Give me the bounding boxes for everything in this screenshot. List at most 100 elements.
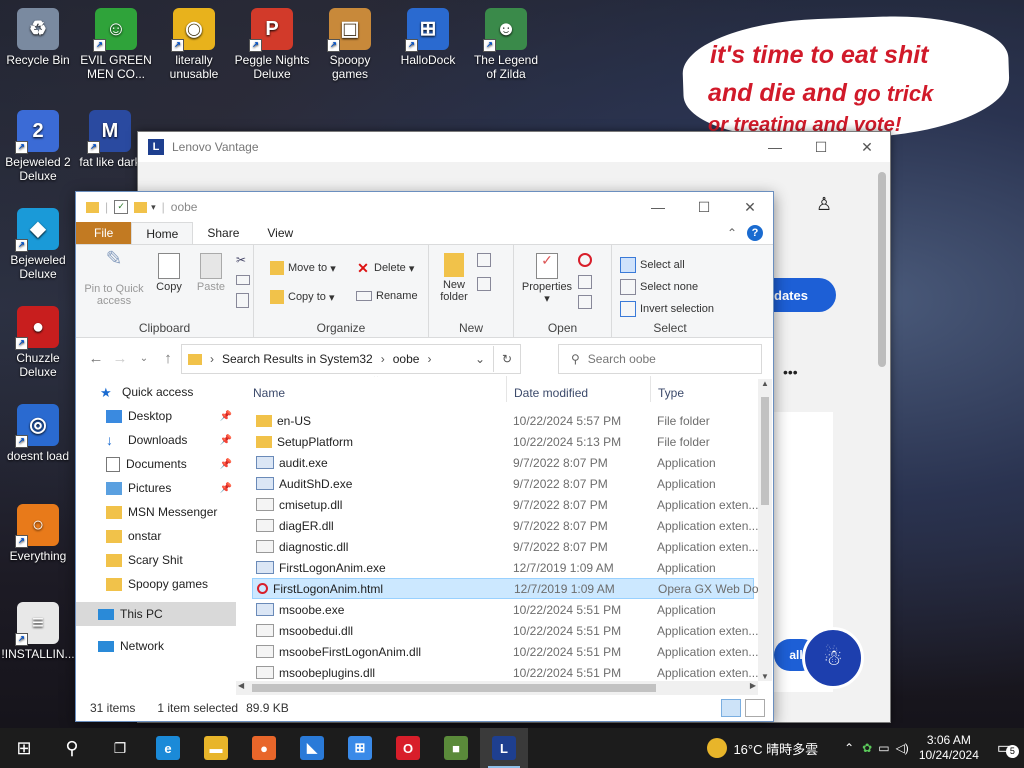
desktop-icon[interactable]: ▣ ↗ Spoopy games <box>312 8 388 81</box>
scroll-up-icon[interactable]: ▲ <box>758 379 772 388</box>
taskbar-firefox-button[interactable]: ● <box>240 728 288 768</box>
file-row[interactable]: msoobe.exe 10/22/2024 5:51 PM Application <box>252 599 754 620</box>
nav-item[interactable]: ↓ Downloads 📌 <box>76 428 236 452</box>
refresh-icon[interactable]: ↻ <box>493 346 520 372</box>
show-hidden-icons-icon[interactable]: ⌃ <box>844 741 854 755</box>
new-folder-button[interactable]: New folder <box>435 253 473 303</box>
network-tray-icon[interactable]: ▭ <box>878 741 889 755</box>
delete-button[interactable]: ✕ Delete ▾ <box>356 261 414 275</box>
history-icon[interactable] <box>578 295 592 309</box>
taskbar-opera-button[interactable]: O <box>384 728 432 768</box>
scroll-left-icon[interactable]: ◀ <box>238 681 244 690</box>
desktop-icon[interactable]: ◆ ↗ Bejeweled Deluxe <box>0 208 76 281</box>
file-row[interactable]: audit.exe 9/7/2022 8:07 PM Application <box>252 452 754 473</box>
file-row[interactable]: en-US 10/22/2024 5:57 PM File folder <box>252 410 754 431</box>
column-type[interactable]: Type <box>658 386 684 404</box>
weather-icon[interactable] <box>707 738 728 758</box>
file-explorer-window[interactable]: | ✓ ▾ | oobe — ☐ ✕ File Home Share View … <box>75 191 774 722</box>
select-all-button[interactable]: Select all <box>620 257 685 273</box>
breadcrumb-chevron-icon[interactable]: › <box>210 352 214 366</box>
column-date-modified[interactable]: Date modified <box>514 386 588 404</box>
file-row[interactable]: FirstLogonAnim.html 12/7/2019 1:09 AM Oper… <box>252 578 758 599</box>
easy-access-icon[interactable] <box>477 277 491 291</box>
tab-share[interactable]: Share <box>193 222 253 244</box>
tray-app-icon[interactable]: ✿ <box>862 741 872 755</box>
invert-selection-button[interactable]: Invert selection <box>620 301 714 317</box>
copy-button[interactable]: Copy <box>154 253 184 293</box>
account-icon[interactable]: ♙ <box>816 194 832 215</box>
minimize-button[interactable]: — <box>752 132 798 162</box>
file-row[interactable]: msoobeFirstLogonAnim.dll 10/22/2024 5:51 … <box>252 641 758 662</box>
breadcrumb-oobe[interactable]: oobe <box>393 352 420 366</box>
paste-button[interactable]: Paste <box>194 253 228 293</box>
taskbar-app-blue-button[interactable]: ◣ <box>288 728 336 768</box>
explorer-titlebar[interactable]: | ✓ ▾ | oobe — ☐ ✕ <box>76 192 773 222</box>
desktop-icon[interactable]: ○ ↗ Everything <box>0 504 76 563</box>
nav-item[interactable]: MSN Messenger <box>76 500 236 524</box>
desktop-icon[interactable]: P ↗ Peggle Nights Deluxe <box>234 8 310 81</box>
nav-item[interactable]: Pictures 📌 <box>76 476 236 500</box>
nav-item[interactable]: Spoopy games <box>76 572 236 596</box>
new-folder-quick-icon[interactable] <box>134 201 148 213</box>
customize-qat-icon[interactable]: ▾ <box>151 202 156 213</box>
breadcrumb-search-results[interactable]: Search Results in System32 <box>222 352 373 366</box>
rename-button[interactable]: Rename <box>356 290 418 302</box>
vertical-scrollbar[interactable]: ▲ ▼ <box>758 379 772 681</box>
start-button[interactable]: ⊞ <box>0 728 48 768</box>
lenovo-scrollbar[interactable] <box>878 172 886 367</box>
address-bar[interactable]: › Search Results in System32 › oobe › ⌄ … <box>181 344 521 374</box>
taskbar-edge-button[interactable]: e <box>144 728 192 768</box>
desktop-icon[interactable]: ♻ Recycle Bin <box>0 8 76 67</box>
open-with-icon[interactable] <box>578 253 592 267</box>
details-view-icon[interactable] <box>721 699 741 717</box>
pin-icon[interactable]: 📌 <box>220 483 232 494</box>
nav-item[interactable]: Scary Shit <box>76 548 236 572</box>
tab-view[interactable]: View <box>253 222 307 244</box>
nav-network[interactable]: Network <box>76 634 236 658</box>
nav-quick-access[interactable]: ★ Quick access <box>76 380 236 404</box>
horizontal-scrollbar[interactable]: ◀ ▶ <box>236 681 758 695</box>
copy-to-button[interactable]: Copy to ▾ <box>270 290 335 304</box>
scroll-right-icon[interactable]: ▶ <box>750 681 756 690</box>
lenovo-titlebar[interactable]: L Lenovo Vantage — ☐ ✕ <box>138 132 890 162</box>
volume-icon[interactable]: ◁) <box>896 741 909 755</box>
file-row[interactable]: msoobeplugins.dll 10/22/2024 5:51 PM Appli… <box>252 662 758 683</box>
task-view-button[interactable]: ❐ <box>96 728 144 768</box>
tab-file[interactable]: File <box>76 222 132 244</box>
explorer-minimize-button[interactable]: — <box>635 192 681 222</box>
desktop-icon[interactable]: ◎ ↗ doesnt load <box>0 404 76 463</box>
collapse-ribbon-icon[interactable]: ⌃ <box>727 222 747 244</box>
tab-home[interactable]: Home <box>131 222 194 244</box>
breadcrumb-chevron-icon[interactable]: › <box>427 352 431 366</box>
maximize-button[interactable]: ☐ <box>798 132 844 162</box>
pin-icon[interactable]: 📌 <box>220 435 232 446</box>
nav-item[interactable]: onstar <box>76 524 236 548</box>
taskbar-lenovo-button[interactable]: L <box>480 728 528 768</box>
forward-button[interactable]: → <box>108 350 132 367</box>
edit-icon[interactable] <box>578 275 592 289</box>
desktop-icon[interactable]: ☺ ↗ EVIL GREEN MEN CO... <box>78 8 154 81</box>
taskbar-file-explorer-button[interactable]: ▬ <box>192 728 240 768</box>
explorer-maximize-button[interactable]: ☐ <box>681 192 727 222</box>
clock[interactable]: 3:06 AM 10/24/2024 <box>919 733 979 763</box>
file-row[interactable]: diagnostic.dll 9/7/2022 8:07 PM Applicatio… <box>252 536 758 557</box>
taskbar-minecraft-button[interactable]: ■ <box>432 728 480 768</box>
breadcrumb-chevron-icon[interactable]: › <box>381 352 385 366</box>
recent-locations-icon[interactable]: ⌄ <box>132 353 156 364</box>
file-row[interactable]: msoobedui.dll 10/22/2024 5:51 PM Applicati… <box>252 620 758 641</box>
file-row[interactable]: diagER.dll 9/7/2022 8:07 PM Application ex… <box>252 515 758 536</box>
search-button[interactable]: ⚲ <box>48 728 96 768</box>
cut-icon[interactable]: ✂ <box>236 253 246 267</box>
scroll-thumb[interactable] <box>761 397 769 505</box>
move-to-button[interactable]: Move to ▾ <box>270 261 336 275</box>
properties-button[interactable]: ✓ Properties ▾ <box>520 253 574 305</box>
desktop-icon[interactable]: ● ↗ Chuzzle Deluxe <box>0 306 76 379</box>
select-none-button[interactable]: Select none <box>620 279 698 295</box>
taskbar-store-button[interactable]: ⊞ <box>336 728 384 768</box>
back-button[interactable]: ← <box>84 350 108 367</box>
explorer-close-button[interactable]: ✕ <box>727 192 773 222</box>
properties-quick-icon[interactable]: ✓ <box>114 200 129 214</box>
pin-icon[interactable]: 📌 <box>220 411 232 422</box>
nav-this-pc[interactable]: This PC <box>76 602 236 626</box>
scroll-down-icon[interactable]: ▼ <box>758 672 772 681</box>
